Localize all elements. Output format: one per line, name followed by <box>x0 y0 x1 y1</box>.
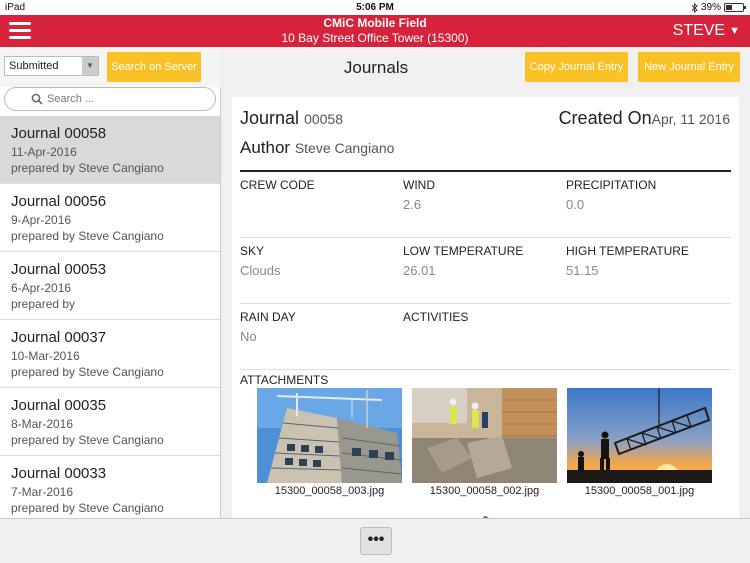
list-item-title: Journal 00056 <box>11 193 107 210</box>
list-toolbar: Submitted ▼ Search on Server <box>0 47 221 87</box>
field-low-temperature: LOW TEMPERATURE 26.01 <box>403 244 563 278</box>
list-item-author: prepared by Steve Cangiano <box>11 433 164 447</box>
project-name: 10 Bay Street Office Tower (15300) <box>281 31 469 45</box>
field-label: PRECIPITATION <box>566 178 657 192</box>
attachment-thumbnail[interactable] <box>567 388 712 483</box>
list-item-title: Journal 00058 <box>11 125 107 142</box>
battery-icon <box>724 3 746 12</box>
list-item-title: Journal 00035 <box>11 397 107 414</box>
author-label: Author <box>240 138 291 157</box>
fields-row-temperature: SKY Clouds LOW TEMPERATURE 26.01 HIGH TE… <box>240 238 731 304</box>
user-name: STEVE <box>672 22 726 39</box>
new-journal-entry-button[interactable]: New Journal Entry <box>638 52 740 82</box>
field-sky: SKY Clouds <box>240 244 400 278</box>
journal-detail-area: Journal 00058 Created OnApr, 11 2016 Aut… <box>221 87 750 518</box>
field-value: 26.01 <box>403 263 436 278</box>
workers-site-image <box>412 388 557 483</box>
list-item-author: prepared by Steve Cangiano <box>11 229 164 243</box>
field-value: No <box>240 329 257 344</box>
field-rain-day: RAIN DAY No <box>240 310 400 344</box>
journal-number: 00058 <box>304 111 343 127</box>
field-value: Clouds <box>240 263 281 278</box>
list-item-date: 7-Mar-2016 <box>11 485 74 499</box>
fields-row-activity: RAIN DAY No ACTIVITIES <box>240 304 731 370</box>
search-input[interactable]: Search ... <box>4 87 216 111</box>
created-date: Apr, 11 2016 <box>651 111 730 127</box>
field-label: HIGH TEMPERATURE <box>566 244 689 258</box>
list-item[interactable]: Journal 00053 6-Apr-2016 prepared by <box>0 252 220 320</box>
clock: 5:06 PM <box>356 2 394 13</box>
list-item[interactable]: Journal 00035 8-Mar-2016 prepared by Ste… <box>0 388 220 456</box>
author-name: Steve Cangiano <box>294 140 395 156</box>
created-label: Created On <box>558 108 652 128</box>
journal-heading: Journal 00058 <box>240 108 343 129</box>
caret-down-icon: ▼ <box>729 25 740 37</box>
attachment-thumbnail[interactable] <box>257 388 402 483</box>
list-item[interactable]: Journal 00033 7-Mar-2016 prepared by Ste… <box>0 456 220 518</box>
search-icon <box>31 93 43 105</box>
list-item-date: 10-Mar-2016 <box>11 349 80 363</box>
field-label: RAIN DAY <box>240 310 296 324</box>
field-activities: ACTIVITIES <box>403 310 563 329</box>
fields-row-weather: CREW CODE WIND 2.6 PRECIPITATION 0.0 <box>240 172 731 238</box>
copy-journal-entry-button[interactable]: Copy Journal Entry <box>525 52 628 82</box>
journal-label: Journal <box>240 108 300 128</box>
author: Author Steve Cangiano <box>240 138 394 158</box>
field-wind: WIND 2.6 <box>403 178 563 212</box>
created-on: Created OnApr, 11 2016 <box>559 108 730 129</box>
field-label: CREW CODE <box>240 178 315 192</box>
search-placeholder: Search ... <box>47 93 95 105</box>
status-icons: 39% <box>691 2 746 13</box>
field-value: 2.6 <box>403 197 422 212</box>
toolbar: Submitted ▼ Search on Server Journals Co… <box>0 47 750 87</box>
field-crew-code: CREW CODE <box>240 178 400 197</box>
list-item-author: prepared by Steve Cangiano <box>11 161 164 175</box>
journal-list-panel: Search ... Journal 00058 11-Apr-2016 pre… <box>0 87 221 518</box>
attachment-filename: 15300_00058_001.jpg <box>584 485 695 497</box>
more-options-button[interactable]: ••• <box>360 527 392 555</box>
field-label: SKY <box>240 244 265 258</box>
field-precipitation: PRECIPITATION 0.0 <box>566 178 726 212</box>
list-item-date: 9-Apr-2016 <box>11 213 72 227</box>
list-item-author: prepared by Steve Cangiano <box>11 501 164 515</box>
bottom-bar: ••• <box>0 518 750 563</box>
construction-building-image <box>257 388 402 483</box>
sunset-truss-image <box>567 388 712 483</box>
app-header: CMiC Mobile Field 10 Bay Street Office T… <box>0 15 750 47</box>
list-item-date: 8-Mar-2016 <box>11 417 74 431</box>
attachment-thumbnail[interactable] <box>412 388 557 483</box>
list-item[interactable]: Journal 00058 11-Apr-2016 prepared by St… <box>0 116 220 184</box>
list-item-title: Journal 00037 <box>11 329 107 346</box>
battery-percent: 39% <box>700 2 721 13</box>
list-item[interactable]: Journal 00056 9-Apr-2016 prepared by Ste… <box>0 184 220 252</box>
field-label: ACTIVITIES <box>403 310 469 324</box>
page-title: Journals <box>343 58 409 77</box>
status-filter-value: Submitted <box>9 60 59 72</box>
search-on-server-button[interactable]: Search on Server <box>107 52 201 82</box>
chevron-down-icon: ▼ <box>82 57 98 75</box>
attachment-filename: 15300_00058_003.jpg <box>274 485 385 497</box>
list-item-title: Journal 00033 <box>11 465 107 482</box>
field-label: LOW TEMPERATURE <box>403 244 524 258</box>
status-filter-select[interactable]: Submitted ▼ <box>4 56 99 76</box>
list-item-author: prepared by Steve Cangiano <box>11 365 164 379</box>
attachments-label: ATTACHMENTS <box>240 373 329 387</box>
field-value: 0.0 <box>566 197 585 212</box>
list-item-author: prepared by <box>11 297 76 311</box>
journal-list: Journal 00058 11-Apr-2016 prepared by St… <box>0 116 220 518</box>
list-item-date: 6-Apr-2016 <box>11 281 72 295</box>
app-title: CMiC Mobile Field <box>323 16 427 30</box>
list-item-title: Journal 00053 <box>11 261 107 278</box>
journal-detail-card: Journal 00058 Created OnApr, 11 2016 Aut… <box>232 97 739 518</box>
field-high-temperature: HIGH TEMPERATURE 51.15 <box>566 244 726 278</box>
status-bar: iPad 5:06 PM 39% <box>0 0 750 15</box>
field-label: WIND <box>403 178 435 192</box>
list-item[interactable]: Journal 00037 10-Mar-2016 prepared by St… <box>0 320 220 388</box>
attachment-filename: 15300_00058_002.jpg <box>429 485 540 497</box>
bluetooth-icon <box>691 2 698 13</box>
list-item-date: 11-Apr-2016 <box>11 145 77 159</box>
user-menu[interactable]: STEVE ▼ <box>673 22 740 40</box>
field-value: 51.15 <box>566 263 599 278</box>
